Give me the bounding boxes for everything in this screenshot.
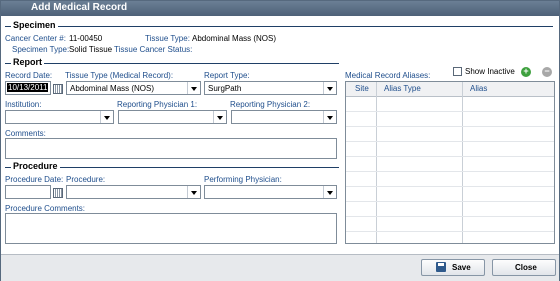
window-title: Add Medical Record	[31, 2, 128, 13]
procedure-section-title: Procedure	[11, 161, 60, 171]
save-button-label: Save	[452, 263, 471, 272]
procedure-date-label: Procedure Date:	[5, 175, 64, 184]
grid-row-line	[346, 216, 554, 217]
chevron-down-icon[interactable]	[213, 111, 226, 123]
dialog-footer: Save Close	[1, 254, 559, 281]
grid-row-line	[346, 186, 554, 187]
report-divider	[5, 63, 339, 64]
report-tissue-type-dropdown[interactable]: Abdominal Mass (NOS)	[66, 81, 201, 95]
chevron-down-icon[interactable]	[187, 82, 200, 94]
specimen-tissue-type-value: Abdominal Mass (NOS)	[192, 34, 277, 43]
grid-column-divider	[462, 82, 463, 243]
show-inactive-checkbox[interactable]	[453, 67, 462, 76]
procedure-label: Procedure:	[66, 175, 106, 184]
cancer-center-value: 11-00450	[69, 34, 103, 43]
column-header-alias-type[interactable]: Alias Type	[384, 84, 421, 93]
procedure-comments-label: Procedure Comments:	[5, 204, 86, 213]
comments-textarea[interactable]	[5, 138, 337, 159]
procedure-date-input[interactable]	[5, 185, 51, 199]
aliases-label: Medical Record Aliases:	[345, 71, 431, 80]
column-header-site[interactable]: Site	[355, 84, 369, 93]
performing-physician-dropdown[interactable]	[204, 185, 337, 199]
report-tissue-type-value: Abdominal Mass (NOS)	[70, 84, 155, 93]
save-icon	[436, 262, 446, 272]
grid-row-line	[346, 171, 554, 172]
record-date-value: 10/13/2011	[7, 83, 49, 92]
record-date-input[interactable]: 10/13/2011	[5, 81, 51, 95]
tissue-cancer-status-label: Tissue Cancer Status:	[114, 45, 193, 54]
report-section-title: Report	[11, 57, 44, 67]
cancer-center-label: Cancer Center #:	[5, 34, 66, 43]
chevron-down-icon[interactable]	[323, 186, 336, 198]
specimen-type-value: Solid Tissue	[69, 45, 113, 54]
grid-row-line	[346, 231, 554, 232]
chevron-down-icon[interactable]	[323, 82, 336, 94]
procedure-date-calendar-icon[interactable]	[51, 186, 63, 198]
grid-row-line	[346, 141, 554, 142]
grid-column-divider	[376, 82, 377, 243]
specimen-type-label: Specimen Type:	[12, 45, 70, 54]
reporting-physician-2-label: Reporting Physician 2:	[230, 100, 311, 109]
grid-row-line	[346, 111, 554, 112]
reporting-physician-1-dropdown[interactable]	[118, 110, 227, 124]
record-date-calendar-icon[interactable]	[51, 82, 63, 94]
record-date-label: Record Date:	[5, 71, 53, 80]
grid-row-line	[346, 201, 554, 202]
chevron-down-icon[interactable]	[187, 186, 200, 198]
close-button-label: Close	[515, 263, 537, 272]
reporting-physician-2-dropdown[interactable]	[231, 110, 337, 124]
chevron-down-icon[interactable]	[100, 111, 113, 123]
chevron-down-icon[interactable]	[323, 111, 336, 123]
procedure-comments-textarea[interactable]	[5, 213, 337, 244]
column-header-alias[interactable]: Alias	[470, 84, 487, 93]
specimen-section-title: Specimen	[11, 20, 58, 30]
save-button[interactable]: Save	[421, 259, 485, 276]
remove-icon[interactable]: −	[542, 66, 552, 77]
aliases-grid[interactable]: Site Alias Type Alias	[345, 81, 555, 244]
grid-row-line	[346, 156, 554, 157]
comments-label: Comments:	[5, 129, 46, 138]
report-type-label: Report Type:	[204, 71, 250, 80]
title-bar: Add Medical Record	[1, 1, 559, 16]
grid-row-line	[346, 126, 554, 127]
specimen-divider	[5, 26, 553, 27]
procedure-dropdown[interactable]	[66, 185, 201, 199]
report-type-dropdown[interactable]: SurgPath	[204, 81, 337, 95]
specimen-tissue-type-label: Tissue Type:	[145, 34, 190, 43]
performing-physician-label: Performing Physician:	[204, 175, 282, 184]
reporting-physician-1-label: Reporting Physician 1:	[117, 100, 198, 109]
close-button[interactable]: Close	[492, 259, 556, 276]
add-medical-record-dialog: Add Medical Record Specimen Cancer Cente…	[0, 0, 560, 281]
report-type-value: SurgPath	[208, 84, 242, 93]
institution-dropdown[interactable]	[5, 110, 114, 124]
institution-label: Institution:	[5, 100, 42, 109]
show-inactive-label: Show Inactive	[465, 67, 515, 76]
aliases-grid-header: Site Alias Type Alias	[346, 82, 554, 97]
report-tissue-type-label: Tissue Type (Medical Record):	[65, 71, 174, 80]
add-icon[interactable]: +	[521, 66, 531, 77]
